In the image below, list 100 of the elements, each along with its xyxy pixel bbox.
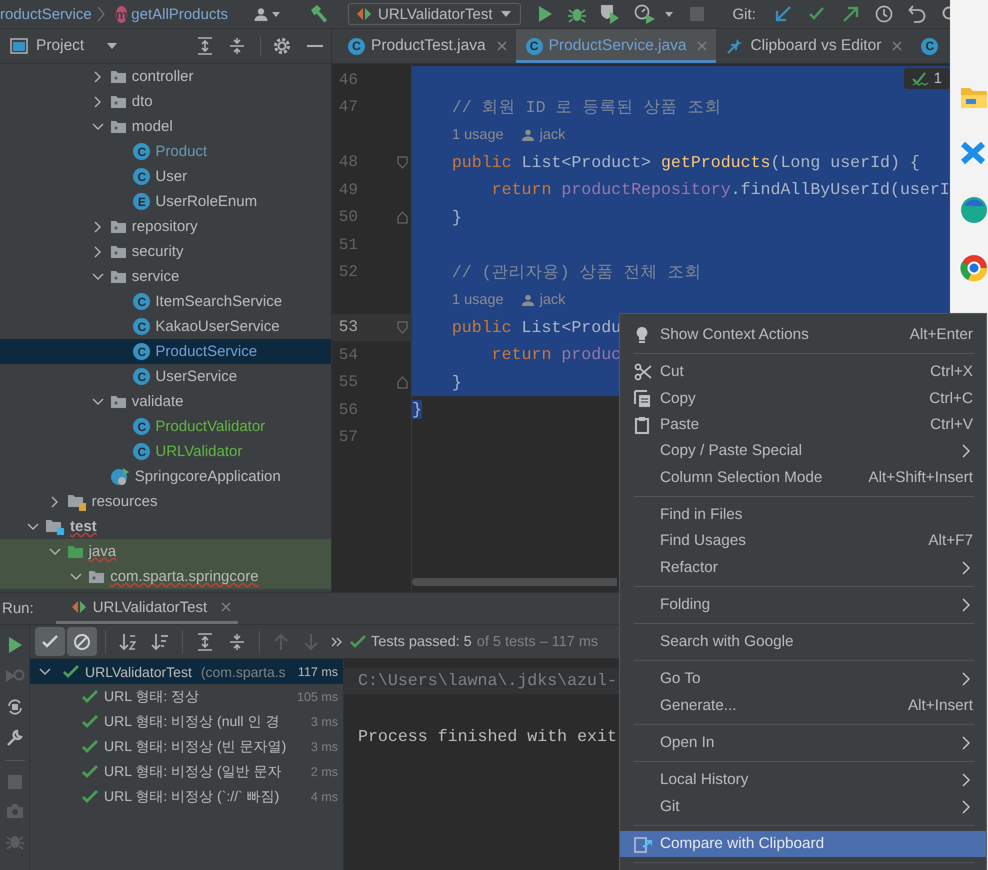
tree-item[interactable]: ItemSearchService: [155, 293, 282, 310]
menu-item[interactable]: Go To: [660, 670, 701, 688]
test-duration: 2 ms: [310, 764, 339, 778]
tree-item[interactable]: UserRoleEnum: [155, 193, 258, 210]
menu-item[interactable]: Copy: [660, 390, 696, 408]
line-number: 55: [338, 373, 358, 392]
tree-item[interactable]: com.sparta.springcore: [110, 568, 259, 585]
line-number: 47: [338, 98, 358, 116]
class-icon: C: [133, 443, 150, 460]
editor-tab[interactable]: C ProductTest.java: [338, 29, 516, 63]
code-line: public List<Produ: [450, 318, 622, 337]
tree-item[interactable]: UserService: [155, 368, 238, 385]
shortcut-text: Ctrl+V: [930, 416, 973, 434]
breadcrumb-item[interactable]: getAllProducts: [131, 6, 228, 22]
method-icon: m: [116, 6, 128, 22]
tree-item[interactable]: controller: [132, 68, 194, 85]
tree-item[interactable]: security: [132, 243, 184, 260]
tree-item[interactable]: resources: [92, 493, 158, 510]
menu-item[interactable]: Column Selection Mode: [660, 468, 822, 487]
menu-item[interactable]: Open In: [660, 734, 714, 752]
inspection-badge[interactable]: 1: [904, 68, 950, 89]
code-line: // (관리자용) 상품 전체 조회: [450, 262, 702, 284]
class-icon: C: [133, 168, 150, 185]
code-line: public List<Product> getProducts(Long userId) {: [450, 152, 920, 172]
tree-item[interactable]: repository: [132, 218, 198, 235]
tree-item[interactable]: service: [132, 268, 180, 285]
menu-item[interactable]: Paste: [660, 416, 700, 434]
code-line: return produc: [490, 345, 622, 364]
class-icon: C: [133, 318, 150, 335]
git-label: Git:: [732, 6, 756, 22]
test-duration: 3 ms: [310, 714, 339, 728]
line-number: 52: [338, 263, 358, 282]
editor-tab[interactable]: Clipboard vs Editor: [716, 29, 912, 63]
editor-tab[interactable]: C ProductService.java: [516, 29, 716, 63]
menu-item[interactable]: Generate...: [660, 696, 737, 715]
test-name[interactable]: URL 형태: 비정상 (일반 문자: [104, 762, 282, 780]
menu-item[interactable]: Compare with Clipboard: [660, 834, 824, 853]
menu-item[interactable]: Local History: [660, 771, 748, 790]
test-status: Tests passed: 5: [371, 634, 472, 650]
menu-item[interactable]: Find Usages: [660, 532, 746, 550]
tree-item[interactable]: validate: [132, 393, 184, 410]
shortcut-text: Alt+Shift+Insert: [868, 468, 973, 487]
tree-item[interactable]: ProductService: [155, 343, 258, 360]
line-number: 54: [338, 346, 358, 364]
code-line: }: [450, 372, 462, 392]
menu-item[interactable]: Show Context Actions: [660, 326, 809, 344]
usage-hint[interactable]: 1 usage: [452, 292, 504, 308]
run-tab[interactable]: URLValidatorTest: [56, 593, 238, 624]
editor-tab[interactable]: C: [911, 29, 946, 63]
line-number: 57: [338, 428, 358, 446]
shortcut-text: Ctrl+C: [929, 390, 973, 408]
class-icon: C: [133, 343, 150, 360]
shortcut-text: Alt+F7: [928, 532, 973, 550]
shortcut-text: Ctrl+X: [930, 363, 973, 382]
author-name[interactable]: jack: [540, 292, 566, 308]
menu-item[interactable]: Cut: [660, 363, 684, 382]
menu-item[interactable]: Search with Google: [660, 633, 794, 652]
class-icon: C: [133, 368, 150, 385]
tree-item[interactable]: User: [155, 168, 188, 185]
menu-item[interactable]: Copy / Paste Special: [660, 442, 802, 460]
class-icon: C: [921, 38, 938, 54]
menu-item[interactable]: Find in Files: [660, 506, 742, 524]
test-name[interactable]: URL 형태: 정상: [104, 688, 200, 706]
line-number: 46: [338, 70, 358, 89]
menu-item[interactable]: Refactor: [660, 558, 718, 577]
class-icon: C: [133, 293, 150, 310]
test-duration: 4 ms: [310, 790, 339, 804]
menu-item[interactable]: Folding: [660, 596, 710, 614]
breadcrumb-item[interactable]: roductService: [0, 6, 92, 22]
tree-item[interactable]: SpringcoreApplication: [134, 468, 281, 485]
test-name[interactable]: URLValidatorTest: [85, 664, 192, 680]
tree-item[interactable]: URLValidator: [155, 443, 242, 460]
shortcut-text: Alt+Enter: [910, 326, 973, 344]
test-name[interactable]: URL 형태: 비정상 (`://` 빠짐): [104, 788, 280, 806]
panel-title[interactable]: Project: [36, 37, 84, 55]
test-name[interactable]: URL 형태: 비정상 (null 인 경: [104, 712, 280, 730]
author-name[interactable]: jack: [540, 126, 566, 143]
panel-title: Run:: [2, 600, 34, 617]
tree-item[interactable]: test: [70, 518, 97, 535]
class-icon: C: [526, 38, 543, 54]
tree-item[interactable]: java: [88, 543, 116, 560]
usage-hint[interactable]: 1 usage: [452, 126, 504, 143]
tree-item[interactable]: model: [132, 118, 173, 135]
line-number: 56: [338, 400, 358, 419]
tree-item[interactable]: dto: [132, 93, 153, 110]
tree-item[interactable]: ProductValidator: [155, 418, 266, 435]
test-name[interactable]: URL 형태: 비정상 (빈 문자열): [104, 738, 286, 756]
menu-item[interactable]: Git: [660, 798, 680, 816]
test-duration: 117 ms: [298, 664, 339, 678]
tree-item[interactable]: KakaoUserService: [155, 318, 280, 335]
tree-item[interactable]: Product: [155, 143, 208, 160]
test-duration: 3 ms: [310, 740, 339, 754]
class-icon: C: [133, 143, 150, 160]
run-config-dropdown[interactable]: URLValidatorTest: [348, 3, 520, 25]
test-duration: 105 ms: [297, 690, 339, 704]
line-number: 53: [338, 318, 358, 336]
package-name: (com.sparta.s: [200, 664, 286, 680]
line-number: 49: [338, 180, 358, 199]
line-number: 51: [338, 236, 358, 254]
test-summary: of 5 tests – 117 ms: [476, 634, 598, 650]
